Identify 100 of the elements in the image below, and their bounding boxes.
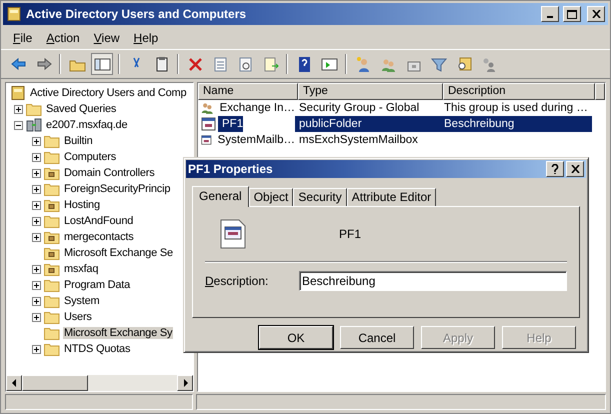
expand-icon[interactable] [32, 216, 41, 226]
tree-item[interactable]: Users [63, 311, 93, 323]
table-cell: Beschreibung [440, 116, 592, 132]
folder-doc-icon [44, 262, 60, 276]
tab[interactable]: General [192, 186, 249, 207]
domain-icon [26, 118, 42, 132]
menu-item[interactable]: File [7, 30, 38, 46]
object-window-icon [219, 218, 247, 250]
right-arrow-icon [182, 379, 188, 387]
table-cell-text: This group is used during … [443, 101, 589, 116]
folder-icon [44, 342, 60, 356]
menu-item[interactable]: Action [40, 30, 86, 46]
folder-icon [44, 150, 60, 164]
folder-icon [44, 182, 60, 196]
folder-doc-icon [44, 166, 60, 180]
object-window-icon [201, 117, 216, 131]
close-icon [570, 165, 580, 173]
table-cell-text: msExchSystemMailbox [298, 133, 419, 148]
expand-icon[interactable] [32, 344, 41, 354]
left-arrow-icon [12, 379, 16, 387]
tab[interactable]: Security [293, 188, 347, 206]
table-cell: publicFolder [295, 116, 440, 132]
close-button[interactable] [587, 6, 605, 22]
user-group-icon [201, 101, 214, 115]
table-cell-text: SystemMailb… [216, 133, 295, 148]
new-user-icon [354, 56, 372, 72]
column-header[interactable]: Description [443, 83, 595, 100]
folder-icon [44, 214, 60, 228]
maximize-button[interactable] [563, 6, 581, 22]
collapse-icon[interactable] [14, 120, 23, 130]
table-cell: PF1 [218, 116, 244, 132]
expand-icon[interactable] [14, 104, 23, 114]
object-window-icon [201, 133, 212, 147]
tree-item[interactable]: Microsoft Exchange Sy [63, 327, 174, 339]
console-tree-icon [94, 56, 110, 72]
tree-item[interactable]: ForeignSecurityPrincip [63, 183, 172, 195]
tree-item[interactable]: System [63, 295, 100, 307]
dialog-button[interactable]: Cancel [340, 326, 414, 349]
export-list-icon [262, 56, 278, 72]
tree-item[interactable]: Computers [63, 151, 117, 163]
action-pane-icon [320, 56, 338, 72]
tree-item[interactable]: Program Data [63, 279, 132, 291]
expand-icon[interactable] [32, 280, 41, 290]
table-cell-text: Security Group - Global [298, 101, 420, 116]
close-icon [592, 10, 600, 18]
expand-icon[interactable] [32, 152, 41, 162]
tree-item[interactable]: Saved Queries [45, 103, 118, 115]
expand-icon[interactable] [32, 296, 41, 306]
help-button[interactable] [546, 161, 564, 177]
folder-icon [44, 294, 60, 308]
expand-icon[interactable] [32, 184, 41, 194]
back-arrow-icon [10, 56, 26, 72]
expand-icon[interactable] [32, 200, 41, 210]
expand-icon[interactable] [32, 312, 41, 322]
field-label: Description: [205, 274, 270, 288]
filter-icon [430, 56, 446, 72]
tab[interactable]: Attribute Editor [346, 188, 436, 206]
column-header[interactable]: Name [198, 83, 298, 100]
tree-item[interactable]: e2007.msxfaq.de [45, 119, 128, 131]
properties-icon [212, 56, 228, 72]
folder-icon [44, 134, 60, 148]
object-name: PF1 [339, 227, 362, 241]
folder-doc-icon [44, 246, 60, 260]
delete-icon [186, 56, 204, 72]
dialog-button[interactable]: OK [259, 326, 333, 349]
folder-doc-icon [44, 230, 60, 244]
folder-icon [44, 278, 60, 292]
expand-icon[interactable] [32, 264, 41, 274]
tree-root[interactable]: Active Directory Users and Comp [29, 87, 188, 99]
table-cell-text: Exchange In… [218, 101, 295, 116]
expand-icon[interactable] [32, 232, 41, 242]
maximize-icon [567, 10, 577, 18]
tree-item[interactable]: NTDS Quotas [63, 343, 132, 355]
tree-item[interactable]: msxfaq [63, 263, 100, 275]
column-header[interactable]: Type [298, 83, 443, 100]
minimize-button[interactable] [541, 6, 559, 22]
description-field[interactable]: Beschreibung [299, 271, 567, 291]
tree-item[interactable]: Domain Controllers [63, 167, 156, 179]
tab[interactable]: Object [248, 188, 294, 206]
expand-icon[interactable] [32, 136, 41, 146]
tree-item[interactable]: Hosting [63, 199, 101, 211]
close-button[interactable] [566, 161, 584, 177]
tree-item[interactable]: Builtin [63, 135, 94, 147]
expand-icon[interactable] [32, 168, 41, 178]
menu-item[interactable]: View [88, 30, 126, 46]
question-mark-icon [551, 164, 559, 174]
refresh-icon [236, 56, 254, 72]
dialog-title: PF1 Properties [188, 162, 274, 176]
console-icon [6, 7, 22, 21]
forward-arrow-icon [34, 56, 52, 72]
tree-item[interactable]: LostAndFound [63, 215, 134, 227]
horizontal-scrollbar[interactable] [6, 375, 193, 391]
folder-icon [44, 326, 60, 340]
tree-item[interactable]: mergecontacts [63, 231, 135, 243]
tree-item[interactable]: Microsoft Exchange Se [63, 247, 174, 259]
toolbar-button[interactable] [91, 53, 113, 75]
console-icon [10, 86, 26, 100]
folder-icon [26, 102, 42, 116]
folder-doc-icon [44, 198, 60, 212]
menu-item[interactable]: Help [128, 30, 164, 46]
